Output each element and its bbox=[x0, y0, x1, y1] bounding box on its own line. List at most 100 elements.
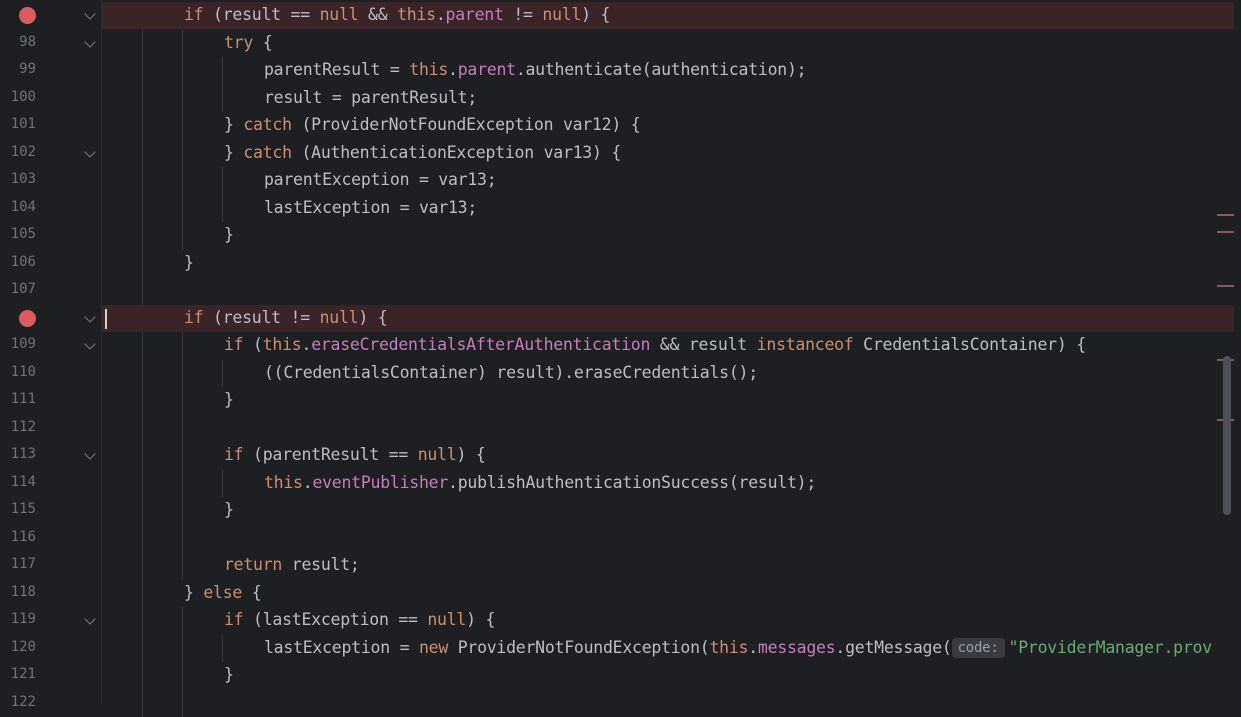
code-text[interactable]: ((CredentialsContainer) result).eraseCre… bbox=[264, 363, 758, 382]
code-line[interactable]: 115} bbox=[0, 497, 1241, 524]
line-number[interactable]: 118 bbox=[0, 584, 36, 600]
code-line[interactable]: 110 ((CredentialsContainer) result).erase… bbox=[0, 360, 1241, 387]
breakpoint-icon[interactable] bbox=[19, 7, 36, 24]
code-line[interactable]: 111} bbox=[0, 387, 1241, 414]
code-line[interactable]: if (result == null && this.parent != nul… bbox=[0, 2, 1241, 29]
line-number[interactable]: 104 bbox=[0, 199, 36, 215]
code-token: ) { bbox=[581, 5, 611, 24]
line-number[interactable]: 122 bbox=[0, 694, 36, 710]
code-token: parentResult = bbox=[264, 60, 410, 79]
line-number[interactable]: 116 bbox=[0, 529, 36, 545]
code-text[interactable]: return result; bbox=[224, 555, 360, 574]
line-number[interactable]: 100 bbox=[0, 89, 36, 105]
code-line[interactable]: 107 bbox=[0, 277, 1241, 304]
code-text[interactable]: } bbox=[224, 390, 234, 409]
field-token: messages bbox=[757, 637, 836, 657]
code-line[interactable]: 101 } catch (ProviderNotFoundException va… bbox=[0, 112, 1241, 139]
line-number[interactable]: 106 bbox=[0, 254, 36, 270]
code-text[interactable]: try { bbox=[224, 33, 273, 52]
line-number[interactable]: 109 bbox=[0, 336, 36, 352]
code-text[interactable]: result = parentResult; bbox=[264, 88, 477, 107]
code-token: ) { bbox=[466, 610, 496, 629]
code-token: } bbox=[224, 500, 234, 519]
line-number[interactable]: 98 bbox=[0, 34, 36, 50]
error-stripe-mark[interactable] bbox=[1217, 231, 1234, 233]
fold-chevron-icon[interactable] bbox=[84, 145, 96, 158]
line-number[interactable]: 99 bbox=[0, 61, 36, 77]
code-line[interactable]: 103 parentException = var13; bbox=[0, 167, 1241, 194]
code-line[interactable]: 102 } catch (AuthenticationException var1… bbox=[0, 140, 1241, 167]
line-number[interactable]: 114 bbox=[0, 474, 36, 490]
code-line[interactable]: 99 parentResult = this.parent.authenticat… bbox=[0, 57, 1241, 84]
line-number[interactable]: 112 bbox=[0, 419, 36, 435]
keyword-token: this bbox=[264, 472, 303, 492]
code-text[interactable]: } else { bbox=[184, 583, 262, 602]
line-number[interactable]: 113 bbox=[0, 446, 36, 462]
code-editor[interactable]: if (result == null && this.parent != nul… bbox=[0, 0, 1241, 717]
field-token: eventPublisher bbox=[312, 472, 449, 492]
code-text[interactable]: lastException = var13; bbox=[264, 198, 477, 217]
line-number[interactable]: 111 bbox=[0, 391, 36, 407]
code-line[interactable]: 122 bbox=[0, 690, 1241, 717]
code-token: && bbox=[358, 5, 398, 24]
line-number[interactable]: 101 bbox=[0, 116, 36, 132]
code-text[interactable]: parentException = var13; bbox=[264, 170, 497, 189]
code-text[interactable]: } bbox=[224, 665, 234, 684]
fold-chevron-icon[interactable] bbox=[84, 35, 96, 48]
code-text[interactable]: lastException = new ProviderNotFoundExce… bbox=[264, 637, 1212, 658]
code-text[interactable]: } bbox=[184, 253, 194, 272]
line-number[interactable]: 103 bbox=[0, 171, 36, 187]
line-number[interactable]: 107 bbox=[0, 281, 36, 297]
code-token: . bbox=[448, 60, 458, 79]
parameter-hint: code: bbox=[951, 637, 1005, 658]
keyword-token: catch bbox=[243, 115, 292, 134]
line-number[interactable]: 115 bbox=[0, 501, 36, 517]
code-text[interactable]: if (parentResult == null) { bbox=[224, 445, 486, 464]
line-number[interactable]: 120 bbox=[0, 639, 36, 655]
fold-chevron-icon[interactable] bbox=[84, 613, 96, 625]
code-text[interactable]: } catch (ProviderNotFoundException var12… bbox=[224, 115, 641, 134]
code-text[interactable]: if (result != null) { bbox=[184, 307, 388, 327]
code-line[interactable]: 118 } else { bbox=[0, 580, 1241, 607]
keyword-token: if bbox=[184, 307, 204, 327]
code-line[interactable]: if (result != null) { bbox=[0, 304, 1241, 332]
code-text[interactable]: } catch (AuthenticationException var13) … bbox=[224, 143, 621, 162]
code-text[interactable]: } bbox=[224, 500, 234, 519]
code-line[interactable]: 104 lastException = var13; bbox=[0, 195, 1241, 222]
fold-chevron-icon[interactable] bbox=[84, 310, 96, 323]
line-number[interactable]: 105 bbox=[0, 226, 36, 242]
fold-chevron-icon[interactable] bbox=[84, 8, 96, 20]
line-number[interactable]: 121 bbox=[0, 666, 36, 682]
code-text[interactable]: if (lastException == null) { bbox=[224, 610, 495, 629]
code-text[interactable]: parentResult = this.parent.authenticate(… bbox=[264, 60, 807, 79]
code-text[interactable]: if (this.eraseCredentialsAfterAuthentica… bbox=[224, 335, 1086, 354]
code-text[interactable]: if (result == null && this.parent != nul… bbox=[184, 5, 610, 24]
line-number[interactable]: 119 bbox=[0, 611, 36, 627]
code-line[interactable]: 100 result = parentResult; bbox=[0, 85, 1241, 112]
code-line[interactable]: 105} bbox=[0, 222, 1241, 249]
code-line[interactable]: 119 if (lastException == null) { bbox=[0, 607, 1241, 634]
code-line[interactable]: 117 return result; bbox=[0, 552, 1241, 579]
fold-chevron-icon[interactable] bbox=[84, 338, 96, 350]
code-token: ((CredentialsContainer) result).eraseCre… bbox=[264, 362, 758, 382]
code-line[interactable]: 106} bbox=[0, 250, 1241, 277]
code-text[interactable]: this.eventPublisher.publishAuthenticatio… bbox=[264, 473, 816, 492]
error-stripe-mark[interactable] bbox=[1217, 214, 1234, 216]
code-line[interactable]: 120 lastException = new ProviderNotFoundE… bbox=[0, 635, 1241, 662]
breakpoint-icon[interactable] bbox=[19, 309, 36, 327]
code-line[interactable]: 114 this.eventPublisher.publishAuthentica… bbox=[0, 470, 1241, 497]
code-text[interactable]: } bbox=[224, 225, 234, 244]
field-token: parent bbox=[445, 5, 504, 24]
line-number[interactable]: 102 bbox=[0, 144, 36, 160]
line-number[interactable]: 117 bbox=[0, 556, 36, 572]
code-line[interactable]: 109 if (this.eraseCredentialsAfterAuthent… bbox=[0, 332, 1241, 359]
code-line[interactable]: 121} bbox=[0, 662, 1241, 689]
line-number[interactable]: 110 bbox=[0, 364, 36, 380]
vertical-scrollbar[interactable] bbox=[1223, 356, 1231, 515]
code-line[interactable]: 113 if (parentResult == null) { bbox=[0, 442, 1241, 469]
code-line[interactable]: 98 try { bbox=[0, 30, 1241, 57]
code-line[interactable]: 112 bbox=[0, 415, 1241, 442]
error-stripe-mark[interactable] bbox=[1217, 285, 1234, 287]
code-line[interactable]: 116 bbox=[0, 525, 1241, 552]
fold-chevron-icon[interactable] bbox=[84, 448, 96, 460]
